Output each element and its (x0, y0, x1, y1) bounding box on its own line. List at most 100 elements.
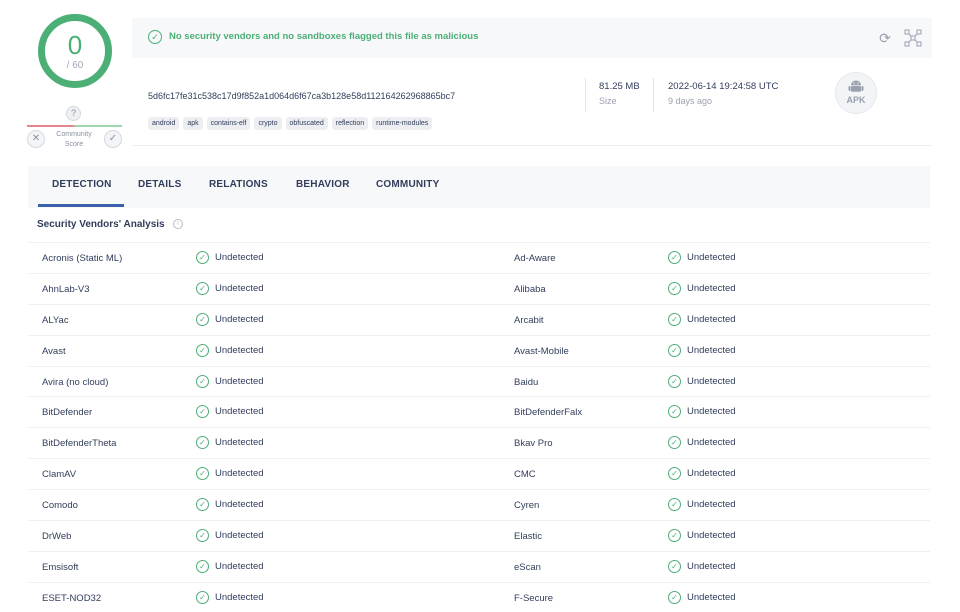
vendor-result: ✓ Undetected (668, 529, 736, 543)
vendor-name: Ad-Aware (514, 253, 556, 264)
vendor-result: ✓ Undetected (668, 343, 736, 357)
detection-score-ring: 0 / 60 (38, 14, 112, 88)
community-score-label: Community Score (56, 131, 92, 148)
vendor-name: Bkav Pro (514, 438, 553, 450)
check-circle-icon: ✓ (668, 251, 681, 264)
vendor-result: ✓ Undetected (196, 374, 264, 388)
check-circle-icon: ✓ (196, 467, 209, 481)
divider (585, 78, 586, 112)
check-circle-icon: ✓ (196, 590, 209, 604)
vendor-result: ✓ Undetected (668, 251, 736, 264)
vendor-result: ✓ Undetected (668, 559, 736, 573)
vendor-name: Avast-Mobile (514, 345, 569, 357)
check-circle-icon: ✓ (668, 467, 681, 481)
tag-crypto[interactable]: crypto (254, 117, 282, 130)
vendor-result: ✓ Undetected (196, 590, 264, 604)
detection-count: 0 (67, 30, 83, 60)
vendor-result: ✓ Undetected (196, 251, 264, 264)
check-circle-icon: ✓ (668, 374, 681, 388)
vendor-name: Acronis (Static ML) (42, 253, 123, 264)
check-circle-icon: ✓ (196, 312, 209, 326)
vendor-name: Arcabit (514, 314, 544, 326)
report-tabs: DETECTION DETAILS RELATIONS BEHAVIOR COM… (28, 166, 930, 208)
vendor-name: BitDefenderTheta (42, 438, 117, 450)
table-row: ClamAV ✓ Undetected CMC ✓ Undetected (28, 458, 930, 489)
vendor-name: ALYac (42, 314, 69, 326)
analysis-date-relative: 9 days ago (668, 96, 713, 106)
vendor-result: ✓ Undetected (668, 281, 736, 295)
check-circle-icon: ✓ (668, 498, 681, 512)
tag-contains-elf[interactable]: contains-elf (206, 117, 251, 130)
tag-obfuscated[interactable]: obfuscated (285, 117, 328, 130)
vendor-name: Baidu (514, 376, 539, 388)
vendor-name: Elastic (514, 531, 542, 543)
file-size-label: Size (599, 96, 617, 106)
check-circle-icon: ✓ (196, 251, 209, 264)
tab-community[interactable]: COMMUNITY (376, 166, 439, 208)
vendor-result: ✓ Undetected (196, 559, 264, 573)
vendor-name: AhnLab-V3 (42, 283, 90, 295)
check-circle-icon: ✓ (148, 30, 162, 44)
graph-icon[interactable] (904, 29, 922, 47)
vendor-name: F-Secure (514, 592, 554, 604)
vendor-name: Avira (no cloud) (42, 376, 109, 388)
check-circle-icon: ✓ (668, 281, 681, 295)
tab-behavior[interactable]: BEHAVIOR (296, 166, 350, 208)
table-row: ALYac ✓ Undetected Arcabit ✓ Undetected (28, 303, 930, 335)
table-row: Avast ✓ Undetected Avast-Mobile ✓ Undetect… (28, 334, 930, 366)
info-icon[interactable]: i (173, 219, 183, 229)
analysis-date: 2022-06-14 19:24:58 UTC (668, 81, 779, 92)
check-circle-icon: ✓ (196, 281, 209, 295)
vendor-name: ClamAV (42, 469, 77, 481)
tag-runtime-modules[interactable]: runtime-modules (372, 117, 433, 130)
reanalyze-icon[interactable]: ⟳ (876, 29, 894, 47)
tag-reflection[interactable]: reflection (331, 117, 369, 130)
table-row: Acronis (Static ML) ✓ Undetected Ad-Aware… (28, 242, 930, 273)
vendor-result: ✓ Undetected (196, 436, 264, 450)
verdict-message: No security vendors and no sandboxes fla… (169, 31, 479, 42)
vendor-result: ✓ Undetected (196, 343, 264, 357)
tag-apk[interactable]: apk (183, 117, 203, 130)
check-circle-icon: ✓ (196, 436, 209, 450)
check-circle-icon: ✓ (196, 343, 209, 357)
vendor-result: ✓ Undetected (668, 312, 736, 326)
check-circle-icon: ✓ (668, 559, 681, 573)
vendor-name: DrWeb (42, 531, 72, 543)
section-title: Security Vendors' Analysis (37, 219, 165, 230)
table-row: Comodo ✓ Undetected Cyren ✓ Undetected (28, 489, 930, 520)
question-icon[interactable]: ? (66, 106, 81, 121)
vote-malicious-button[interactable]: ✕ (27, 130, 45, 148)
vendor-result: ✓ Undetected (668, 436, 736, 450)
engine-total: / 60 (66, 60, 84, 71)
tab-relations[interactable]: RELATIONS (209, 166, 268, 208)
vendor-table: Acronis (Static ML) ✓ Undetected Ad-Aware… (28, 242, 930, 612)
check-circle-icon: ✓ (668, 405, 681, 419)
table-row: Avira (no cloud) ✓ Undetected Baidu ✓ Unde… (28, 365, 930, 397)
vendor-result: ✓ Undetected (196, 405, 264, 419)
check-circle-icon: ✓ (196, 405, 209, 419)
android-icon (848, 80, 864, 92)
vendor-result: ✓ Undetected (196, 281, 264, 295)
table-row: Emsisoft ✓ Undetected eScan ✓ Undetected (28, 550, 930, 582)
check-circle-icon: ✓ (668, 312, 681, 326)
check-circle-icon: ✓ (196, 559, 209, 573)
vendor-name: Alibaba (514, 283, 546, 295)
tag-android[interactable]: android (148, 117, 180, 130)
file-type-label: APK (846, 95, 866, 105)
table-row: BitDefenderTheta ✓ Undetected Bkav Pro ✓ U… (28, 427, 930, 458)
active-tab-indicator (38, 204, 124, 207)
vendor-result: ✓ Undetected (196, 312, 264, 326)
tab-details[interactable]: DETAILS (138, 166, 181, 208)
file-hash[interactable]: 5d6fc17fe31c538c17d9f852a1d064d6f67ca3b1… (148, 91, 455, 101)
vendor-name: Comodo (42, 500, 78, 512)
file-size: 81.25 MB (599, 81, 640, 92)
table-row: ESET-NOD32 ✓ Undetected F-Secure ✓ Undetec… (28, 581, 930, 612)
vendor-result: ✓ Undetected (668, 590, 736, 604)
vendor-name: ESET-NOD32 (42, 592, 102, 604)
check-circle-icon: ✓ (668, 590, 681, 604)
community-score: ? ✕ Community Score ✓ (24, 106, 124, 156)
vendor-result: ✓ Undetected (668, 467, 736, 481)
vote-harmless-button[interactable]: ✓ (104, 130, 122, 148)
tab-detection[interactable]: DETECTION (52, 166, 112, 208)
check-circle-icon: ✓ (196, 529, 209, 543)
